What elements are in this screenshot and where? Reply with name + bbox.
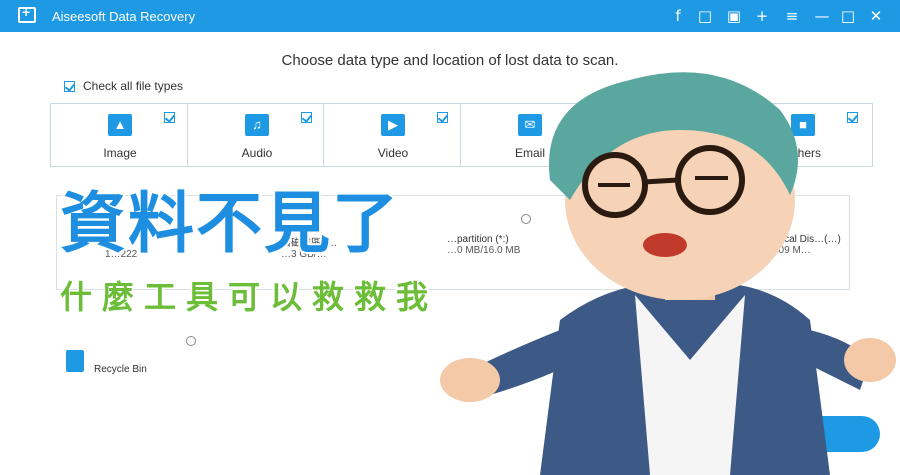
music-note-icon: ♫ bbox=[245, 114, 269, 136]
recycle-section-radio[interactable] bbox=[186, 336, 196, 346]
file-type-label: Image bbox=[103, 146, 137, 160]
close-icon[interactable]: ✕ bbox=[866, 6, 886, 26]
check-all-row[interactable]: Check all file types bbox=[64, 79, 183, 93]
image-checkbox[interactable] bbox=[164, 112, 175, 123]
app-logo-icon bbox=[18, 4, 36, 23]
check-all-label: Check all file types bbox=[83, 79, 184, 93]
file-type-image[interactable]: ▲ Image bbox=[50, 103, 190, 167]
maximize-icon[interactable]: □ bbox=[838, 6, 858, 26]
plus-icon[interactable]: + bbox=[752, 6, 772, 26]
overlay-title: 資料不見了 bbox=[58, 183, 400, 264]
check-all-checkbox[interactable] bbox=[64, 81, 75, 93]
overlay-subtitle: 什麼工具可以救救我 bbox=[58, 277, 439, 318]
video-camera-icon: ▶ bbox=[381, 114, 405, 136]
facebook-icon[interactable]: f bbox=[668, 6, 688, 26]
window-title: Aiseesoft Data Recovery bbox=[52, 9, 196, 24]
feedback-icon[interactable]: □ bbox=[695, 6, 715, 26]
cartoon-character-illustration bbox=[440, 72, 896, 475]
menu-icon[interactable]: ≡ bbox=[782, 6, 802, 26]
gift-icon[interactable]: ▣ bbox=[724, 6, 744, 26]
file-type-audio[interactable]: ♫ Audio bbox=[187, 103, 327, 167]
title-bar: Aiseesoft Data Recovery f □ ▣ + ≡ — □ ✕ bbox=[0, 0, 900, 32]
recycle-bin-label: Recycle Bin bbox=[94, 364, 147, 375]
minimize-icon[interactable]: — bbox=[812, 6, 832, 26]
audio-checkbox[interactable] bbox=[301, 112, 312, 123]
trash-bin-icon bbox=[66, 350, 84, 372]
file-type-label: Audio bbox=[241, 146, 273, 160]
image-icon: ▲ bbox=[108, 114, 132, 136]
